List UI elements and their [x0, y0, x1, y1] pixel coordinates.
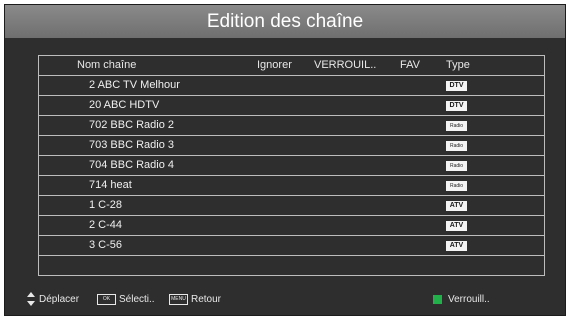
- type-badge: Radio: [446, 181, 467, 191]
- channel-name: 714 heat: [89, 179, 132, 191]
- channel-row[interactable]: 2 C-44 ATV: [39, 216, 544, 236]
- channel-table: Nom chaîne Ignorer VERROUIL.. FAV Type 2…: [38, 55, 545, 276]
- channel-row[interactable]: 702 BBC Radio 2 Radio: [39, 116, 544, 136]
- type-badge: DTV: [446, 81, 467, 91]
- channel-row[interactable]: 3 C-56 ATV: [39, 236, 544, 256]
- select-hint: OK Sélecti..: [97, 288, 155, 312]
- channel-row[interactable]: 703 BBC Radio 3 Radio: [39, 136, 544, 156]
- channel-row[interactable]: 714 heat Radio: [39, 176, 544, 196]
- column-header-name: Nom chaîne: [77, 59, 137, 71]
- empty-row: [39, 256, 544, 276]
- type-badge: ATV: [446, 201, 467, 211]
- page-title: Edition des chaîne: [5, 5, 565, 38]
- back-label: Retour: [191, 294, 222, 305]
- back-hint: MENU Retour: [169, 288, 221, 312]
- channel-row[interactable]: 2 ABC TV Melhour DTV: [39, 76, 544, 96]
- column-header-fav: FAV: [400, 59, 420, 71]
- column-header-type: Type: [446, 59, 470, 71]
- column-header-ignore: Ignorer: [257, 59, 292, 71]
- channel-name: 20 ABC HDTV: [89, 99, 160, 111]
- type-badge: Radio: [446, 161, 467, 171]
- channel-name: 704 BBC Radio 4: [89, 159, 174, 171]
- table-header: Nom chaîne Ignorer VERROUIL.. FAV Type: [39, 56, 544, 76]
- channel-name: 703 BBC Radio 3: [89, 139, 174, 151]
- column-header-lock: VERROUIL..: [314, 59, 377, 71]
- type-badge: ATV: [446, 221, 467, 231]
- select-label: Sélecti..: [119, 294, 155, 305]
- key-hint-bar: Déplacer OK Sélecti.. MENU Retour Verrouil…: [5, 288, 565, 312]
- ok-key-icon: OK: [97, 293, 116, 305]
- move-label: Déplacer: [39, 294, 80, 305]
- up-down-arrows-icon: [27, 292, 35, 307]
- channel-name: 3 C-56: [89, 239, 123, 251]
- type-badge: DTV: [446, 101, 467, 111]
- green-key-icon: [433, 294, 442, 304]
- channel-list: 2 ABC TV Melhour DTV 20 ABC HDTV DTV 702…: [39, 76, 544, 276]
- move-hint: Déplacer: [27, 288, 79, 312]
- type-badge: Radio: [446, 141, 467, 151]
- channel-edit-screen: Edition des chaîne Nom chaîne Ignorer VE…: [4, 4, 566, 316]
- channel-row[interactable]: 704 BBC Radio 4 Radio: [39, 156, 544, 176]
- channel-row[interactable]: 20 ABC HDTV DTV: [39, 96, 544, 116]
- lock-label: Verrouill..: [448, 294, 490, 305]
- lock-hint: Verrouill..: [433, 288, 490, 312]
- channel-name: 1 C-28: [89, 199, 123, 211]
- channel-name: 2 C-44: [89, 219, 123, 231]
- type-badge: ATV: [446, 241, 467, 251]
- menu-key-icon: MENU: [169, 293, 188, 305]
- channel-name: 702 BBC Radio 2: [89, 119, 174, 131]
- type-badge: Radio: [446, 121, 467, 131]
- channel-row[interactable]: 1 C-28 ATV: [39, 196, 544, 216]
- channel-name: 2 ABC TV Melhour: [89, 79, 180, 91]
